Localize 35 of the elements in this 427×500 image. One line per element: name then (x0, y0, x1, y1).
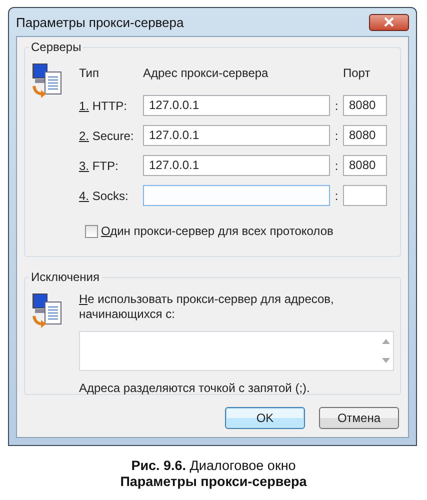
scroll-down-icon[interactable] (382, 358, 390, 363)
group-title: Серверы (29, 40, 84, 54)
port-field[interactable] (343, 185, 387, 206)
colon-separator: : (334, 188, 340, 202)
column-header: Порт (343, 66, 372, 82)
colon-separator: : (334, 128, 340, 142)
window-title: Параметры прокси-сервера (16, 14, 184, 30)
dialog-button[interactable]: Отмена (319, 407, 399, 429)
protocol-label: 1. HTTP: (79, 98, 128, 112)
protocol-label: 3. FTP: (79, 158, 120, 172)
close-button[interactable] (369, 14, 409, 30)
protocol-label: 4. Socks: (79, 188, 130, 202)
hint-text: Адреса разделяются точкой с запятой (;). (79, 381, 311, 395)
colon-separator: : (334, 158, 340, 172)
port-field[interactable]: 8080 (343, 125, 387, 146)
address-field[interactable] (143, 185, 330, 206)
address-field[interactable]: 127.0.0.1 (143, 155, 330, 176)
exceptions-label: Не использовать прокси-сервер для адресов, начинающихся с: (79, 292, 335, 322)
figure-caption: Рис. 9.6. Диалоговое окно (131, 458, 296, 474)
address-field[interactable]: 127.0.0.1 (143, 125, 330, 146)
address-field[interactable]: 127.0.0.1 (143, 95, 330, 116)
port-field[interactable]: 8080 (343, 155, 387, 176)
column-header: Адрес прокси-сервера (143, 66, 270, 82)
dialog-button[interactable]: OK (225, 407, 305, 429)
figure-caption: Параметры прокси-сервера (120, 474, 307, 490)
protocol-label: 2. Secure: (79, 128, 135, 142)
colon-separator: : (334, 98, 340, 112)
scroll-up-icon[interactable] (382, 339, 390, 344)
port-field[interactable]: 8080 (343, 95, 387, 116)
checkbox[interactable] (85, 224, 98, 238)
checkbox-label[interactable]: Один прокси-сервер для всех протоколов (101, 224, 334, 238)
close-icon (383, 17, 395, 27)
exceptions-field[interactable] (79, 331, 394, 371)
column-header: Тип (79, 66, 100, 82)
group-title: Исключения (29, 270, 102, 284)
